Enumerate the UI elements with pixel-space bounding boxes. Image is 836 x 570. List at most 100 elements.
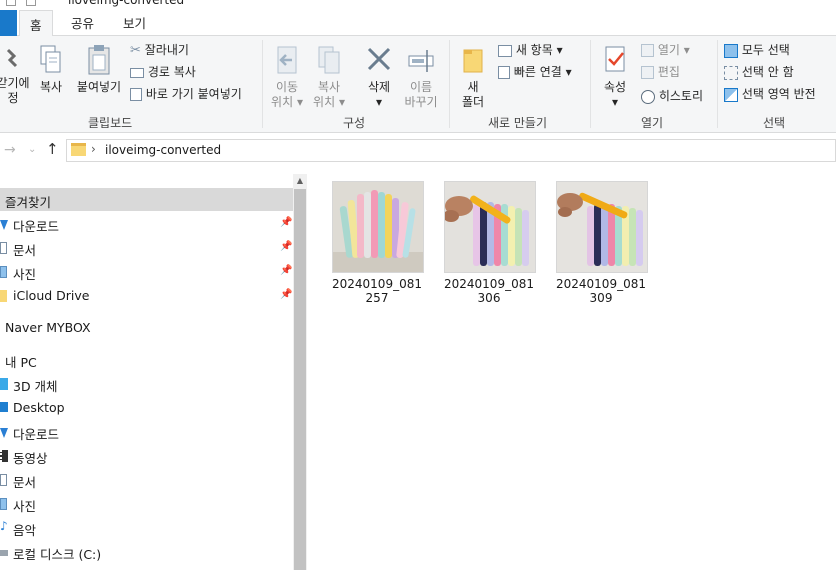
rename-icon — [408, 50, 434, 72]
pin-icon — [6, 48, 18, 68]
tab-home[interactable]: 홈 — [19, 10, 53, 37]
nav-item-videos[interactable]: 동영상 — [0, 446, 293, 466]
address-path[interactable]: iloveimg-converted — [105, 143, 221, 157]
open-icon — [641, 44, 654, 57]
rename-button[interactable]: 이름 바꾸기 — [400, 44, 442, 110]
properties-button[interactable]: 속성 ▾ — [597, 44, 633, 110]
image-thumbnail[interactable] — [332, 181, 424, 273]
file-name[interactable]: 20240109_081309 — [553, 277, 649, 305]
select-all-icon — [724, 43, 738, 58]
document-icon — [0, 242, 7, 254]
easy-access-button[interactable]: 빠른 연결 ▾ — [498, 64, 572, 80]
copy-to-icon — [318, 46, 340, 74]
pin-icon[interactable]: 📌 — [280, 289, 292, 300]
select-all-button[interactable]: 모두 선택 — [724, 42, 790, 58]
thumbnail-pens-hand-image — [445, 182, 535, 272]
properties-icon — [26, 0, 36, 6]
nav-item-naver-mybox[interactable]: Naver MYBOX — [0, 318, 293, 338]
invert-selection-button[interactable]: 선택 영역 반전 — [724, 86, 816, 102]
nav-item-pictures[interactable]: 사진 — [0, 494, 293, 514]
new-folder-button[interactable]: 새 폴더 — [456, 44, 490, 110]
scrollbar-thumb[interactable] — [294, 189, 306, 570]
invert-selection-icon — [724, 87, 738, 102]
edit-icon — [641, 66, 654, 79]
group-separator — [717, 40, 718, 128]
pin-icon[interactable]: 📌 — [280, 217, 292, 228]
open-button[interactable]: 열기 ▾ — [641, 42, 690, 58]
drive-icon — [0, 550, 8, 556]
file-list: 20240109_081257 20240109_081306 20240109… — [309, 168, 836, 570]
delete-icon — [367, 47, 391, 71]
paste-shortcut-button[interactable]: 바로 가기 붙여넣기 — [130, 86, 242, 102]
copy-path-button[interactable]: 경로 복사 — [130, 64, 196, 80]
delete-button[interactable]: 삭제 ▾ — [360, 44, 398, 110]
forward-icon[interactable]: → — [4, 142, 16, 158]
document-icon — [0, 474, 7, 486]
recent-locations-icon[interactable]: ⌄ — [28, 144, 36, 155]
up-icon[interactable]: ↑ — [46, 140, 59, 158]
copy-to-button[interactable]: 복사 위치 ▾ — [310, 44, 348, 110]
nav-item-downloads[interactable]: 다운로드 — [0, 422, 293, 442]
nav-item-documents[interactable]: 문서 — [0, 470, 293, 490]
scroll-up-icon[interactable]: ▲ — [293, 174, 307, 188]
group-label-clipboard: 클립보드 — [88, 116, 133, 130]
file-item[interactable]: 20240109_081309 — [553, 181, 649, 305]
nav-item-local-disk[interactable]: 로컬 디스크 (C:) — [0, 542, 293, 562]
nav-item-music[interactable]: ♪ 음악 — [0, 518, 293, 538]
history-button[interactable]: 히스토리 — [641, 88, 703, 104]
pin-icon[interactable]: 📌 — [280, 265, 292, 276]
folder-icon — [0, 290, 7, 302]
group-label-open: 열기 — [641, 116, 664, 130]
nav-item-3d-objects[interactable]: 3D 개체 — [0, 374, 293, 394]
nav-pane-scrollbar[interactable]: ▲ — [293, 174, 307, 570]
nav-item-documents-pinned[interactable]: 문서 📌 — [0, 238, 293, 258]
pin-quick-access-button[interactable]: 갇기에 정 — [0, 46, 30, 106]
copy-button[interactable]: 복사 — [36, 44, 66, 95]
tab-file[interactable] — [0, 10, 17, 36]
group-label-new: 새로 만들기 — [488, 116, 548, 130]
edit-button[interactable]: 편집 — [641, 64, 680, 80]
nav-item-this-pc[interactable]: 내 PC — [0, 350, 293, 370]
folder-icon — [6, 0, 16, 6]
new-item-icon — [498, 44, 512, 57]
shortcut-icon — [130, 88, 142, 101]
file-item[interactable]: 20240109_081257 — [329, 181, 425, 305]
pin-icon[interactable]: 📌 — [280, 241, 292, 252]
easy-access-icon — [498, 66, 510, 79]
video-icon — [0, 450, 8, 462]
music-icon: ♪ — [0, 519, 8, 533]
thumbnail-pens-hand-image — [557, 182, 647, 272]
nav-item-icloud-drive[interactable]: iCloud Drive 📌 — [0, 286, 293, 306]
address-bar[interactable]: › iloveimg-converted — [66, 139, 836, 162]
properties-check-icon — [605, 46, 625, 72]
image-thumbnail[interactable] — [444, 181, 536, 273]
chevron-right-icon[interactable]: › — [91, 142, 96, 156]
group-separator — [590, 40, 591, 128]
file-name[interactable]: 20240109_081306 — [441, 277, 537, 305]
select-none-button[interactable]: 선택 안 함 — [724, 64, 794, 80]
image-thumbnail[interactable] — [556, 181, 648, 273]
tab-view[interactable]: 보기 — [123, 13, 146, 32]
nav-item-pictures-pinned[interactable]: 사진 📌 — [0, 262, 293, 282]
move-to-button[interactable]: 이동 위치 ▾ — [268, 44, 306, 110]
tab-share[interactable]: 공유 — [71, 13, 94, 32]
thumbnail-pens-image — [333, 182, 423, 272]
ribbon: 갇기에 정 복사 붙여넣기 ✂ 잘라내기 경로 복사 바로 가기 붙여넣기 클립… — [0, 36, 836, 133]
download-icon — [0, 220, 8, 230]
new-item-button[interactable]: 새 항목 ▾ — [498, 42, 563, 58]
nav-item-favorites[interactable]: 즐겨찾기 — [0, 190, 293, 210]
address-bar-row: → ⌄ ↑ › iloveimg-converted — [0, 134, 836, 168]
group-label-organize: 구성 — [343, 116, 366, 130]
cut-button[interactable]: ✂ 잘라내기 — [130, 42, 189, 59]
desktop-icon — [0, 402, 8, 412]
nav-item-desktop[interactable]: Desktop — [0, 398, 293, 418]
cube-icon — [0, 378, 8, 390]
ribbon-tabs: 홈 공유 보기 — [0, 8, 836, 37]
file-item[interactable]: 20240109_081306 — [441, 181, 537, 305]
navigation-pane: 즐겨찾기 다운로드 📌 문서 📌 사진 📌 iCloud Drive 📌 Nav… — [0, 174, 293, 570]
folder-icon — [71, 143, 86, 156]
nav-item-downloads-pinned[interactable]: 다운로드 📌 — [0, 214, 293, 234]
file-name[interactable]: 20240109_081257 — [329, 277, 425, 305]
paste-button[interactable]: 붙여넣기 — [74, 44, 124, 95]
group-label-select: 선택 — [763, 116, 786, 130]
